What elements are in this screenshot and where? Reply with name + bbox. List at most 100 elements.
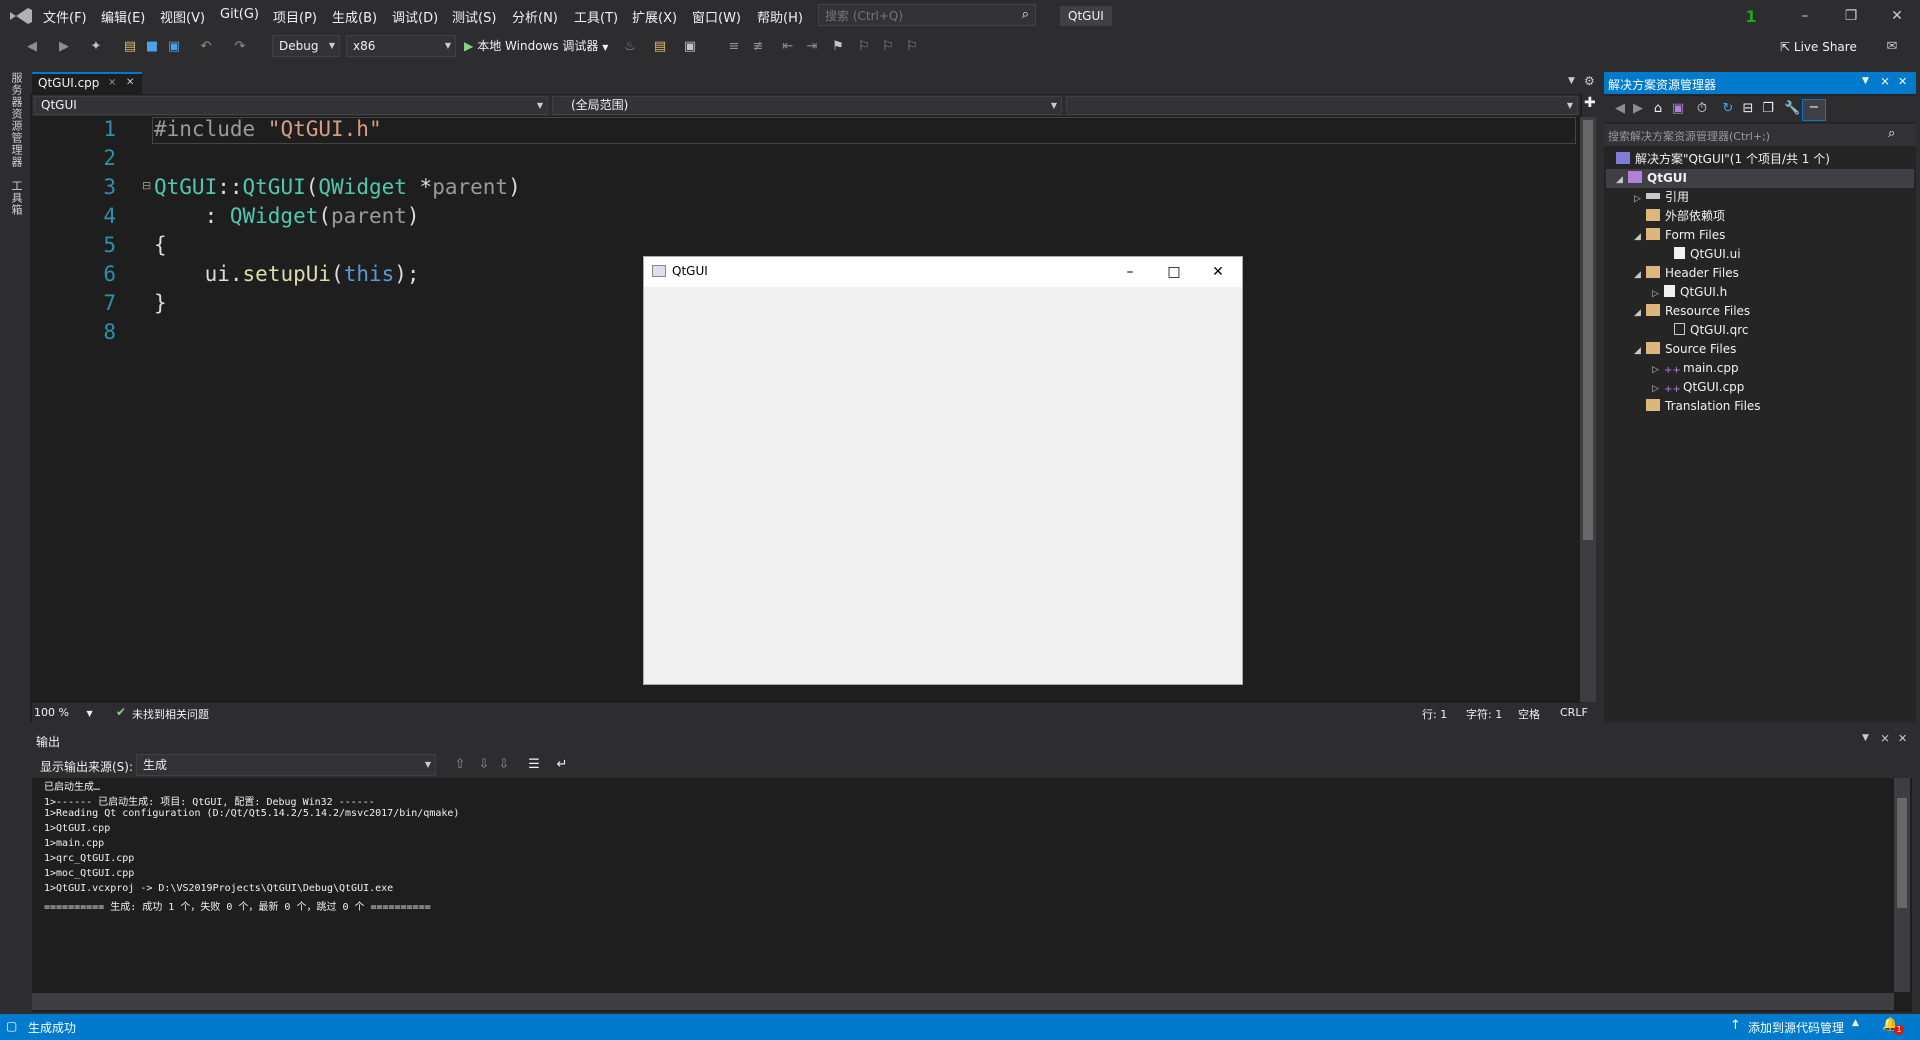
start-debugging-button[interactable]: ▶ 本地 Windows 调试器 ▼	[464, 37, 608, 54]
tree-translation-files[interactable]: Translation Files	[1646, 397, 1761, 416]
qt-window-titlebar[interactable]: QtGUI – □ ✕	[644, 257, 1242, 287]
expanded-triangle-icon[interactable]: ◢	[1634, 228, 1646, 247]
search-input[interactable]	[823, 6, 1007, 26]
scope-nav-dropdown[interactable]: (全局范围) ▼	[552, 96, 1062, 115]
live-share-button[interactable]: ⇱ Live Share	[1780, 40, 1857, 54]
solution-search-input[interactable]: 搜索解决方案资源管理器(Ctrl+;)	[1608, 128, 1770, 144]
tree-external-deps[interactable]: 外部依赖项	[1646, 207, 1725, 226]
add-to-source-control-button[interactable]: 添加到源代码管理	[1748, 1019, 1844, 1036]
tree-qtgui-h[interactable]: ▷ QtGUI.h	[1652, 283, 1727, 302]
tree-solution[interactable]: 解决方案"QtGUI"(1 个项目/共 1 个)	[1616, 150, 1830, 169]
menu-tools[interactable]: 工具(T)	[574, 7, 618, 26]
toggle-word-wrap-icon[interactable]: ↵	[554, 757, 570, 773]
sync-icon[interactable]: ↻	[1720, 101, 1736, 117]
menu-edit[interactable]: 编辑(E)	[101, 7, 145, 26]
bookmark-icon[interactable]: ⚑	[830, 39, 846, 55]
output-horizontal-scrollbar[interactable]	[32, 993, 1894, 1010]
expanded-triangle-icon[interactable]: ◢	[1634, 266, 1646, 285]
search-icon[interactable]: ⌕	[1022, 7, 1029, 22]
close-button[interactable]: ✕	[1874, 4, 1920, 28]
feedback-icon[interactable]: ✉	[1884, 39, 1900, 55]
pin-icon[interactable]: ⨯	[1880, 74, 1890, 88]
project-nav-dropdown[interactable]: QtGUI ▼	[34, 96, 548, 115]
menu-test[interactable]: 测试(S)	[452, 7, 496, 26]
redo-icon[interactable]: ↷	[232, 39, 248, 55]
menu-view[interactable]: 视图(V)	[160, 7, 205, 26]
pending-changes-filter-icon[interactable]: ⏱	[1694, 101, 1710, 117]
qt-app-window[interactable]: QtGUI – □ ✕	[643, 256, 1243, 685]
expanded-triangle-icon[interactable]: ◢	[1616, 171, 1628, 190]
show-all-files-icon[interactable]: ❐	[1760, 101, 1776, 117]
tree-resource-files[interactable]: ◢ Resource Files	[1634, 302, 1750, 321]
tree-header-files[interactable]: ◢ Header Files	[1634, 264, 1739, 283]
forward-icon[interactable]: ▶	[1630, 101, 1646, 117]
editor-scroll-thumb[interactable]	[1583, 120, 1593, 540]
go-to-next-message-icon[interactable]: ⇩	[476, 757, 492, 773]
output-scroll-thumb[interactable]	[1897, 798, 1907, 908]
menu-extensions[interactable]: 扩展(X)	[632, 7, 677, 26]
preview-selected-items-icon[interactable]: −	[1802, 99, 1826, 121]
clear-bookmarks-icon[interactable]: ⚐	[904, 39, 920, 55]
tree-source-files[interactable]: ◢ Source Files	[1634, 340, 1736, 359]
qt-minimize-button[interactable]: –	[1110, 261, 1150, 283]
next-bookmark-icon[interactable]: ⚐	[880, 39, 896, 55]
expanded-triangle-icon[interactable]: ◢	[1634, 304, 1646, 323]
menu-window[interactable]: 窗口(W)	[692, 7, 741, 26]
menu-debug[interactable]: 调试(D)	[392, 7, 438, 26]
tree-project[interactable]: ◢ QtGUI	[1606, 169, 1914, 188]
back-icon[interactable]: ◀	[1612, 101, 1628, 117]
chevron-up-icon[interactable]: ▲	[1852, 1018, 1859, 1028]
back-icon[interactable]: ◀	[24, 39, 40, 55]
indent-icon[interactable]: ⇥	[804, 39, 820, 55]
search-icon[interactable]: ⌕	[1888, 126, 1895, 141]
close-panel-icon[interactable]: ✕	[1898, 732, 1907, 745]
collapsed-triangle-icon[interactable]: ▷	[1634, 190, 1646, 209]
configuration-dropdown[interactable]: Debug ▼	[272, 35, 340, 57]
char-indicator[interactable]: 字符: 1	[1466, 706, 1502, 722]
comment-icon[interactable]: ≡	[726, 39, 742, 55]
platform-dropdown[interactable]: x86 ▼	[346, 35, 456, 57]
window-position-dropdown-icon[interactable]: ▼	[1862, 733, 1869, 743]
line-indicator[interactable]: 行: 1	[1422, 706, 1447, 722]
menu-git[interactable]: Git(G)	[220, 7, 259, 22]
qt-maximize-button[interactable]: □	[1154, 261, 1194, 283]
prev-bookmark-icon[interactable]: ⚐	[856, 39, 872, 55]
forward-icon[interactable]: ▶	[56, 39, 72, 55]
pin-icon[interactable]: ⨯	[1880, 731, 1890, 745]
clear-all-icon[interactable]: ☰	[526, 757, 542, 773]
qt-close-button[interactable]: ✕	[1198, 261, 1238, 283]
output-vertical-scrollbar[interactable]	[1894, 778, 1910, 992]
minimize-button[interactable]: –	[1782, 4, 1828, 28]
open-in-explorer-icon[interactable]: ▤	[652, 39, 668, 55]
output-text[interactable]: 已启动生成… 1>------ 已启动生成: 项目: QtGUI, 配置: De…	[44, 778, 1884, 998]
whitespace-indicator[interactable]: 空格	[1518, 706, 1540, 722]
outdent-icon[interactable]: ⇤	[780, 39, 796, 55]
find-message-icon[interactable]: ⇩	[496, 757, 512, 773]
hot-reload-icon[interactable]: ♨	[622, 39, 638, 55]
open-folder-icon[interactable]: ▤	[122, 39, 138, 55]
member-nav-dropdown[interactable]: ▼	[1066, 96, 1578, 115]
window-position-dropdown-icon[interactable]: ▼	[1862, 76, 1869, 86]
output-source-dropdown[interactable]: 生成 ▼	[136, 754, 436, 776]
issues-status[interactable]: 未找到相关问题	[132, 706, 209, 722]
uncomment-icon[interactable]: ≢	[750, 39, 766, 55]
tree-qtgui-qrc[interactable]: QtGUI.qrc	[1674, 321, 1748, 340]
notification-badge[interactable]: 1	[1742, 7, 1760, 26]
tree-qtgui-ui[interactable]: QtGUI.ui	[1674, 245, 1741, 264]
close-tab-icon[interactable]: ✕	[126, 77, 134, 88]
split-editor-icon[interactable]: ✚	[1584, 95, 1596, 111]
close-panel-icon[interactable]: ✕	[1898, 75, 1907, 88]
menu-help[interactable]: 帮助(H)	[757, 7, 803, 26]
save-icon[interactable]: ■	[144, 39, 160, 55]
collapse-icon[interactable]: ⊟	[142, 179, 151, 192]
solution-search-box[interactable]: 搜索解决方案资源管理器(Ctrl+;) ⌕	[1604, 124, 1916, 146]
pin-icon[interactable]: ⨯	[108, 77, 116, 88]
properties-icon[interactable]: 🔧	[1784, 101, 1800, 117]
collapse-all-icon[interactable]: ⊟	[1740, 101, 1756, 117]
expanded-triangle-icon[interactable]: ◢	[1634, 342, 1646, 361]
switch-views-icon[interactable]: ▣	[1670, 101, 1686, 117]
screenshot-icon[interactable]: ▣	[682, 39, 698, 55]
save-all-icon[interactable]: ▣	[166, 39, 182, 55]
menu-project[interactable]: 项目(P)	[273, 7, 317, 26]
settings-gear-icon[interactable]: ⚙	[1584, 74, 1595, 88]
